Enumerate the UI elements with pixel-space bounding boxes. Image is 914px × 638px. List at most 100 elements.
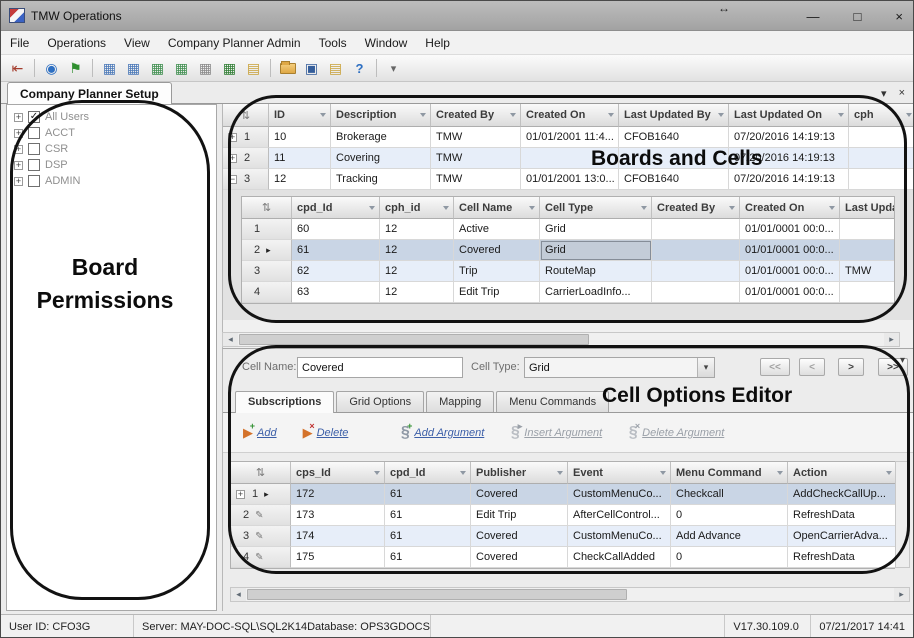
- grid-cell[interactable]: CustomMenuCo...: [568, 526, 671, 547]
- filter-icon[interactable]: [374, 471, 380, 475]
- table-row[interactable]: 2✎ 173 61 Edit Trip AfterCellControl... …: [231, 505, 894, 526]
- maximize-button[interactable]: □: [854, 9, 862, 24]
- grid-cell[interactable]: RefreshData: [788, 547, 896, 568]
- table-row-selected[interactable]: 2▸ 61 12 Covered Grid 01/01/0001 00:0...: [242, 240, 894, 261]
- grid-cell[interactable]: Add Advance: [671, 526, 788, 547]
- grid-cell[interactable]: [840, 240, 894, 261]
- column-header-last-updated-by[interactable]: Last Updated By: [619, 104, 729, 127]
- grid-cell[interactable]: CarrierLoadInfo...: [540, 282, 652, 303]
- row-indicator[interactable]: 1: [242, 219, 292, 240]
- checkbox-checked[interactable]: ✓: [28, 111, 40, 123]
- filter-icon[interactable]: [510, 113, 516, 117]
- editor-tab-menu-icon[interactable]: ▾: [900, 355, 905, 366]
- grid-cell[interactable]: [619, 148, 729, 169]
- grid-cell[interactable]: [849, 127, 914, 148]
- grid-cell[interactable]: AfterCellControl...: [568, 505, 671, 526]
- filter-icon[interactable]: [320, 113, 326, 117]
- row-indicator[interactable]: 3✎: [231, 526, 291, 547]
- column-header-event[interactable]: Event: [568, 462, 671, 484]
- tree-item-csr[interactable]: + CSR: [7, 141, 216, 157]
- filter-icon[interactable]: [829, 206, 835, 210]
- globe-icon[interactable]: ◉: [41, 58, 62, 79]
- minimize-button[interactable]: —: [807, 9, 820, 24]
- grid-cell[interactable]: TMW: [431, 127, 521, 148]
- filter-icon[interactable]: [886, 471, 892, 475]
- grid-cell[interactable]: 175: [291, 547, 385, 568]
- grid-cell[interactable]: 10: [269, 127, 331, 148]
- grid-cell[interactable]: 01/01/2001 11:4...: [521, 127, 619, 148]
- grid-corner-icon[interactable]: ⇅: [223, 104, 269, 127]
- column-header-created-on[interactable]: Created On: [740, 197, 840, 219]
- column-header-id[interactable]: ID: [269, 104, 331, 127]
- menu-view[interactable]: View: [115, 32, 159, 54]
- column-header-menu-command[interactable]: Menu Command: [671, 462, 788, 484]
- grid-up-icon[interactable]: ▦: [147, 58, 168, 79]
- grid-cell[interactable]: Tracking: [331, 169, 431, 190]
- grid-cell[interactable]: 174: [291, 526, 385, 547]
- save-icon[interactable]: ▣: [301, 58, 322, 79]
- grid-cell[interactable]: [849, 148, 914, 169]
- checkbox-unchecked[interactable]: [28, 143, 40, 155]
- row-indicator[interactable]: +1: [223, 127, 269, 148]
- horizontal-scrollbar[interactable]: ◂ ▸: [222, 332, 900, 347]
- grid-cell[interactable]: TMW: [431, 148, 521, 169]
- horizontal-scrollbar[interactable]: ◂ ▸: [230, 587, 910, 602]
- notepad-icon[interactable]: ▤: [325, 58, 346, 79]
- column-header-publisher[interactable]: Publisher: [471, 462, 568, 484]
- grid-cell[interactable]: Brokerage: [331, 127, 431, 148]
- column-header-created-by[interactable]: Created By: [431, 104, 521, 127]
- add-argument-button[interactable]: § + Add Argument: [396, 424, 484, 442]
- grid-cell[interactable]: Grid: [540, 219, 652, 240]
- grid-cell[interactable]: [840, 282, 894, 303]
- column-header-last-updated-on[interactable]: Last Updated On: [729, 104, 849, 127]
- grid-cell[interactable]: 01/01/0001 00:0...: [740, 282, 840, 303]
- row-indicator[interactable]: −3: [223, 169, 269, 190]
- grid-cell[interactable]: [652, 282, 740, 303]
- folder-icon[interactable]: [277, 58, 298, 79]
- column-header-cell-name[interactable]: Cell Name: [454, 197, 540, 219]
- table-row[interactable]: 3 62 12 Trip RouteMap 01/01/0001 00:0...…: [242, 261, 894, 282]
- grid-cell[interactable]: [652, 240, 740, 261]
- grid-cell[interactable]: [521, 148, 619, 169]
- table-row[interactable]: −3 12 Tracking TMW 01/01/2001 13:0... CF…: [223, 169, 914, 190]
- grid-down-icon[interactable]: ▦: [171, 58, 192, 79]
- row-indicator[interactable]: 3: [242, 261, 292, 282]
- grid-cell[interactable]: RouteMap: [540, 261, 652, 282]
- grid-cell[interactable]: Covered: [471, 526, 568, 547]
- filter-icon[interactable]: [729, 206, 735, 210]
- grid-cell[interactable]: Trip: [454, 261, 540, 282]
- row-indicator[interactable]: 4✎: [231, 547, 291, 568]
- filter-icon[interactable]: [557, 471, 563, 475]
- scroll-left-icon[interactable]: ◂: [223, 333, 238, 346]
- grid-cell[interactable]: 01/01/0001 00:0...: [740, 240, 840, 261]
- grid-cell[interactable]: Covered: [471, 547, 568, 568]
- exit-icon[interactable]: ⇤: [7, 58, 28, 79]
- chevron-down-icon[interactable]: ▾: [697, 358, 714, 377]
- grid-cell[interactable]: CFOB1640: [619, 127, 729, 148]
- row-indicator[interactable]: +1▸: [231, 484, 291, 505]
- filter-icon[interactable]: [660, 471, 666, 475]
- tree-item-acct[interactable]: + ACCT: [7, 125, 216, 141]
- tab-grid-options[interactable]: Grid Options: [336, 391, 424, 412]
- grid-cell[interactable]: [840, 219, 894, 240]
- filter-icon[interactable]: [443, 206, 449, 210]
- row-indicator[interactable]: 2▸: [242, 240, 292, 261]
- menu-help[interactable]: Help: [416, 32, 459, 54]
- filter-icon[interactable]: [777, 471, 783, 475]
- tree-item-admin[interactable]: + ADMIN: [7, 173, 216, 189]
- filter-icon[interactable]: [460, 471, 466, 475]
- delete-button[interactable]: ▶ × Delete: [299, 424, 349, 442]
- grid-cell[interactable]: 07/20/2016 14:19:13: [729, 169, 849, 190]
- grid-cell[interactable]: 01/01/0001 00:0...: [740, 261, 840, 282]
- column-header-cph[interactable]: cph: [849, 104, 914, 127]
- grid-cell[interactable]: OpenCarrierAdva...: [788, 526, 896, 547]
- grid-corner-icon[interactable]: ⇅: [231, 462, 291, 484]
- table-row[interactable]: 3✎ 174 61 Covered CustomMenuCo... Add Ad…: [231, 526, 894, 547]
- cell-type-dropdown[interactable]: Grid ▾: [524, 357, 715, 378]
- grid-cell[interactable]: 63: [292, 282, 380, 303]
- tree-item-all-users[interactable]: + ✓ All Users: [7, 109, 216, 125]
- grid-cell[interactable]: Covering: [331, 148, 431, 169]
- grid-cell[interactable]: 61: [292, 240, 380, 261]
- scroll-thumb[interactable]: [239, 334, 589, 345]
- tab-mapping[interactable]: Mapping: [426, 391, 494, 412]
